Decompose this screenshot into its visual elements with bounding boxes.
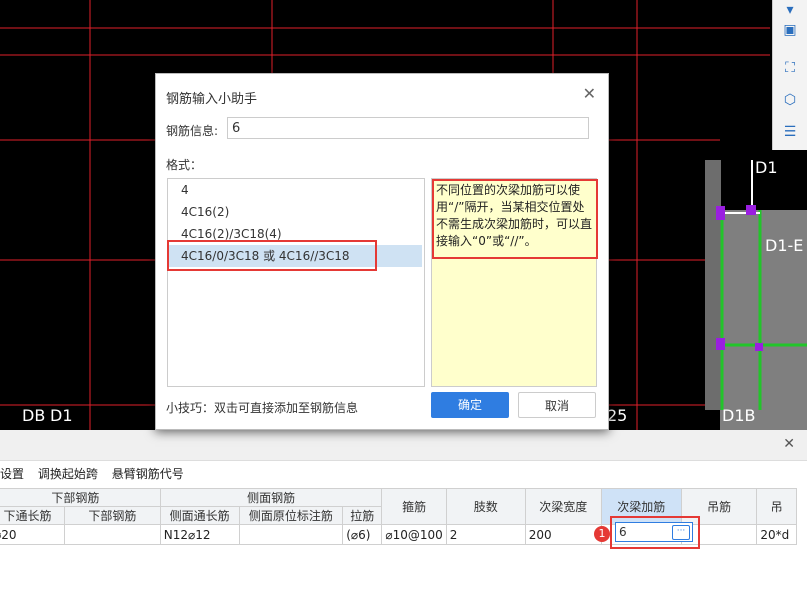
cell-secondary-beam-width[interactable]: 200 bbox=[524, 524, 602, 545]
header-hanger-extra[interactable]: 吊 bbox=[756, 488, 797, 525]
header-bottom-rebar-col[interactable]: 下部钢筋 bbox=[64, 506, 161, 525]
header-side-through[interactable]: 侧面通长筋 bbox=[159, 506, 240, 525]
rebar-input-helper-dialog: 钢筋输入小助手 ✕ 钢筋信息: 6 格式： 4 4C16(2) 4C16(2)/… bbox=[155, 73, 609, 430]
cell-legs[interactable]: 2 bbox=[445, 524, 526, 545]
fit-view-icon[interactable]: ⛶ bbox=[780, 58, 800, 78]
close-icon[interactable]: ✕ bbox=[583, 84, 596, 103]
cancel-button[interactable]: 取消 bbox=[518, 392, 596, 418]
chevron-down-icon[interactable]: ▾ bbox=[780, 0, 800, 20]
ok-button[interactable]: 确定 bbox=[431, 392, 509, 418]
dialog-title: 钢筋输入小助手 bbox=[166, 92, 258, 107]
cad-label-db: DB bbox=[22, 406, 46, 425]
tip-text: 小技巧：双击可直接添加至钢筋信息 bbox=[166, 401, 359, 415]
toolbar-swap-start-span[interactable]: 调换起始跨 bbox=[38, 467, 98, 481]
format-list: 4 4C16(2) 4C16(2)/3C18(4) 4C16/0/3C18 或 … bbox=[167, 178, 425, 387]
panel-title-bar: ✕ bbox=[0, 430, 807, 461]
cad-label-d1b: D1B bbox=[722, 406, 756, 425]
toolbar-cantilever-code[interactable]: 悬臂钢筋代号 bbox=[112, 467, 184, 481]
cad-label-d1-right: D1 bbox=[755, 158, 778, 177]
list-item[interactable]: 4 bbox=[168, 179, 422, 201]
header-side-rebar: 侧面钢筋 bbox=[159, 488, 383, 507]
cell-stirrup[interactable]: ⌀10@100 bbox=[381, 524, 447, 545]
header-secondary-beam-width[interactable]: 次梁宽度 bbox=[524, 488, 602, 525]
toolbar-settings[interactable]: 设置 bbox=[0, 467, 24, 481]
close-icon[interactable]: ✕ bbox=[783, 436, 795, 452]
3d-view-icon[interactable]: ⬡ bbox=[780, 90, 800, 110]
highlight-box-cell bbox=[610, 516, 700, 549]
property-panel: ✕ 设置 调换起始跨 悬臂钢筋代号 下部钢筋 侧面钢筋 箍筋 肢数 次梁宽度 次… bbox=[0, 430, 807, 590]
rebar-info-input[interactable]: 6 bbox=[227, 117, 589, 139]
format-label: 格式： bbox=[166, 158, 203, 172]
cell-bottom-through[interactable]: ⌀20 bbox=[0, 524, 66, 545]
step-badge: 1 bbox=[594, 526, 610, 542]
right-toolbar: ▾ ▣ ⛶ ⬡ ☰ bbox=[772, 0, 807, 150]
cell-side-original[interactable] bbox=[238, 524, 344, 545]
cad-label-25: 25 bbox=[607, 406, 628, 425]
cell-bottom-rebar[interactable] bbox=[64, 524, 161, 545]
panel-toolbar: 设置 调换起始跨 悬臂钢筋代号 bbox=[0, 464, 194, 484]
list-item[interactable]: 4C16(2) bbox=[168, 201, 422, 223]
cad-label-d1-left: D1 bbox=[50, 406, 73, 425]
header-bottom-through[interactable]: 下通长筋 bbox=[0, 506, 66, 525]
cell-tie-bar[interactable]: (⌀6) bbox=[342, 524, 383, 545]
cell-hanger-extra[interactable]: 20*d bbox=[756, 524, 797, 545]
cad-label-d1e: D1-E bbox=[765, 236, 804, 255]
cube-view-icon[interactable]: ▣ bbox=[780, 20, 800, 40]
header-stirrup[interactable]: 箍筋 bbox=[381, 488, 447, 525]
cell-side-through[interactable]: N12⌀12 bbox=[159, 524, 240, 545]
list-view-icon[interactable]: ☰ bbox=[780, 122, 800, 142]
highlight-box-format bbox=[167, 240, 377, 271]
header-tie-bar[interactable]: 拉筋 bbox=[342, 506, 383, 525]
header-side-original[interactable]: 侧面原位标注筋 bbox=[238, 506, 344, 525]
highlight-box-hint bbox=[432, 179, 598, 259]
header-legs[interactable]: 肢数 bbox=[445, 488, 526, 525]
header-bottom-rebar: 下部钢筋 bbox=[0, 488, 161, 507]
rebar-info-label: 钢筋信息: bbox=[166, 124, 219, 138]
